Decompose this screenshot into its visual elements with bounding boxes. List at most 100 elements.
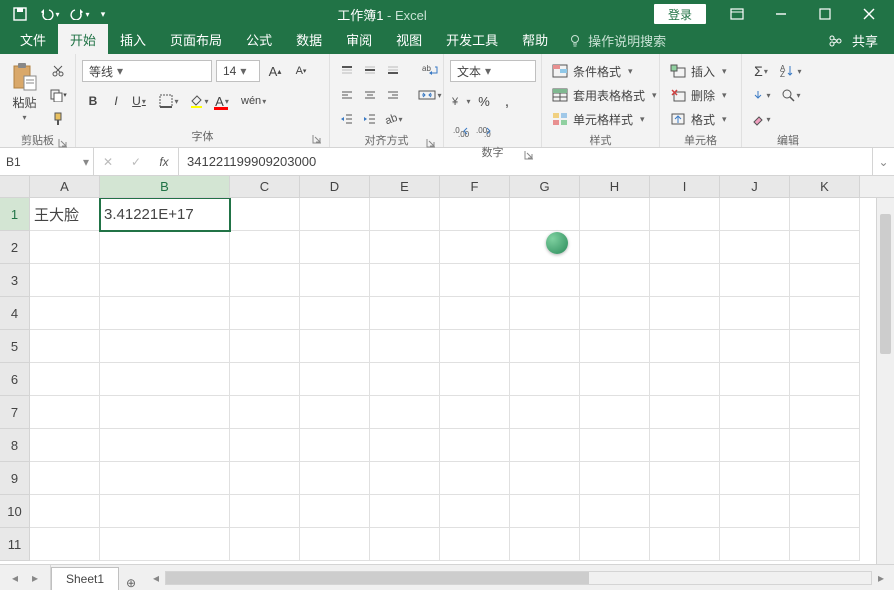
cell-C1[interactable] bbox=[230, 198, 300, 231]
row-header-5[interactable]: 5 bbox=[0, 330, 30, 363]
name-box[interactable]: B1▾ bbox=[0, 148, 94, 175]
cell[interactable] bbox=[720, 528, 790, 561]
close-icon[interactable] bbox=[848, 1, 890, 27]
cell[interactable] bbox=[580, 297, 650, 330]
cell[interactable] bbox=[510, 462, 580, 495]
cell[interactable] bbox=[790, 462, 860, 495]
cell[interactable] bbox=[440, 495, 510, 528]
dialog-launcher-icon[interactable] bbox=[523, 149, 535, 161]
cell-styles-button[interactable]: 单元格样式▾ bbox=[548, 108, 661, 130]
cell[interactable] bbox=[510, 330, 580, 363]
decrease-decimal-button[interactable]: .00.0 bbox=[473, 120, 495, 142]
cell[interactable] bbox=[300, 231, 370, 264]
cell-F1[interactable] bbox=[440, 198, 510, 231]
paste-button[interactable]: 粘贴 ▾ bbox=[6, 60, 43, 122]
enter-formula-button[interactable]: ✓ bbox=[122, 148, 150, 175]
cell[interactable] bbox=[650, 231, 720, 264]
minimize-icon[interactable] bbox=[760, 1, 802, 27]
cell[interactable] bbox=[370, 330, 440, 363]
cell[interactable] bbox=[100, 396, 230, 429]
cell[interactable] bbox=[300, 264, 370, 297]
tab-page-layout[interactable]: 页面布局 bbox=[158, 24, 234, 54]
tab-view[interactable]: 视图 bbox=[384, 24, 434, 54]
cell[interactable] bbox=[580, 264, 650, 297]
cell[interactable] bbox=[790, 396, 860, 429]
cell[interactable] bbox=[100, 495, 230, 528]
vertical-scrollbar[interactable] bbox=[876, 198, 894, 564]
cell[interactable] bbox=[510, 297, 580, 330]
cell[interactable] bbox=[230, 396, 300, 429]
format-painter-button[interactable] bbox=[47, 108, 69, 130]
cell[interactable] bbox=[580, 231, 650, 264]
tab-developer[interactable]: 开发工具 bbox=[434, 24, 510, 54]
col-header-E[interactable]: E bbox=[370, 176, 440, 197]
sheet-tab-1[interactable]: Sheet1 bbox=[51, 567, 119, 590]
ribbon-display-options-icon[interactable] bbox=[716, 1, 758, 27]
font-color-button[interactable]: A▾ bbox=[211, 90, 233, 112]
borders-button[interactable]: ▾ bbox=[158, 90, 180, 112]
cell[interactable] bbox=[790, 495, 860, 528]
cell[interactable] bbox=[580, 330, 650, 363]
insert-function-button[interactable]: fx bbox=[150, 148, 178, 175]
cell[interactable] bbox=[650, 297, 720, 330]
copy-button[interactable]: ▾ bbox=[47, 84, 69, 106]
cell[interactable] bbox=[720, 330, 790, 363]
cell[interactable] bbox=[370, 363, 440, 396]
cell[interactable] bbox=[440, 231, 510, 264]
cell[interactable] bbox=[790, 429, 860, 462]
cell[interactable] bbox=[100, 363, 230, 396]
cell[interactable] bbox=[720, 462, 790, 495]
bold-button[interactable]: B bbox=[82, 90, 104, 112]
cell-E1[interactable] bbox=[370, 198, 440, 231]
col-header-A[interactable]: A bbox=[30, 176, 100, 197]
maximize-icon[interactable] bbox=[804, 1, 846, 27]
align-right-button[interactable] bbox=[382, 84, 404, 106]
cell[interactable] bbox=[790, 231, 860, 264]
cell[interactable] bbox=[440, 330, 510, 363]
cell[interactable] bbox=[510, 363, 580, 396]
cell[interactable] bbox=[30, 396, 100, 429]
cell-D1[interactable] bbox=[300, 198, 370, 231]
cell-K1[interactable] bbox=[790, 198, 860, 231]
cell[interactable] bbox=[440, 429, 510, 462]
cell[interactable] bbox=[30, 264, 100, 297]
cell[interactable] bbox=[230, 297, 300, 330]
cell[interactable] bbox=[440, 528, 510, 561]
accounting-format-button[interactable]: ¥▾ bbox=[450, 90, 472, 112]
align-top-button[interactable] bbox=[336, 60, 358, 82]
save-icon[interactable] bbox=[6, 2, 34, 26]
cell[interactable] bbox=[30, 330, 100, 363]
cell[interactable] bbox=[720, 429, 790, 462]
sheet-nav-next[interactable]: ▸ bbox=[26, 569, 44, 587]
delete-cells-button[interactable]: 删除▾ bbox=[666, 84, 731, 106]
cell[interactable] bbox=[790, 363, 860, 396]
italic-button[interactable]: I bbox=[105, 90, 127, 112]
cell[interactable] bbox=[370, 528, 440, 561]
tab-home[interactable]: 开始 bbox=[58, 24, 108, 54]
increase-decimal-button[interactable]: .0.00 bbox=[450, 120, 472, 142]
row-header-2[interactable]: 2 bbox=[0, 231, 30, 264]
cell[interactable] bbox=[370, 429, 440, 462]
cell-A1[interactable]: 王大脸 bbox=[30, 198, 100, 231]
row-header-8[interactable]: 8 bbox=[0, 429, 30, 462]
cell[interactable] bbox=[30, 297, 100, 330]
sheet-nav-prev[interactable]: ◂ bbox=[6, 569, 24, 587]
sort-filter-button[interactable]: AZ▾ bbox=[778, 60, 804, 82]
increase-font-button[interactable]: A▴ bbox=[264, 60, 286, 82]
col-header-D[interactable]: D bbox=[300, 176, 370, 197]
cell[interactable] bbox=[230, 264, 300, 297]
row-header-6[interactable]: 6 bbox=[0, 363, 30, 396]
qat-customize-icon[interactable]: ▾ bbox=[96, 2, 110, 26]
cell[interactable] bbox=[720, 231, 790, 264]
tell-me-search[interactable]: 操作说明搜索 bbox=[560, 31, 674, 54]
cell[interactable] bbox=[580, 528, 650, 561]
tab-data[interactable]: 数据 bbox=[284, 24, 334, 54]
cell[interactable] bbox=[650, 264, 720, 297]
decrease-font-button[interactable]: A▾ bbox=[290, 60, 312, 82]
autosum-button[interactable]: Σ▾ bbox=[748, 60, 774, 82]
cell[interactable] bbox=[370, 495, 440, 528]
fill-color-button[interactable]: ▾ bbox=[188, 90, 210, 112]
cell[interactable] bbox=[300, 297, 370, 330]
cell[interactable] bbox=[650, 330, 720, 363]
cell[interactable] bbox=[300, 396, 370, 429]
